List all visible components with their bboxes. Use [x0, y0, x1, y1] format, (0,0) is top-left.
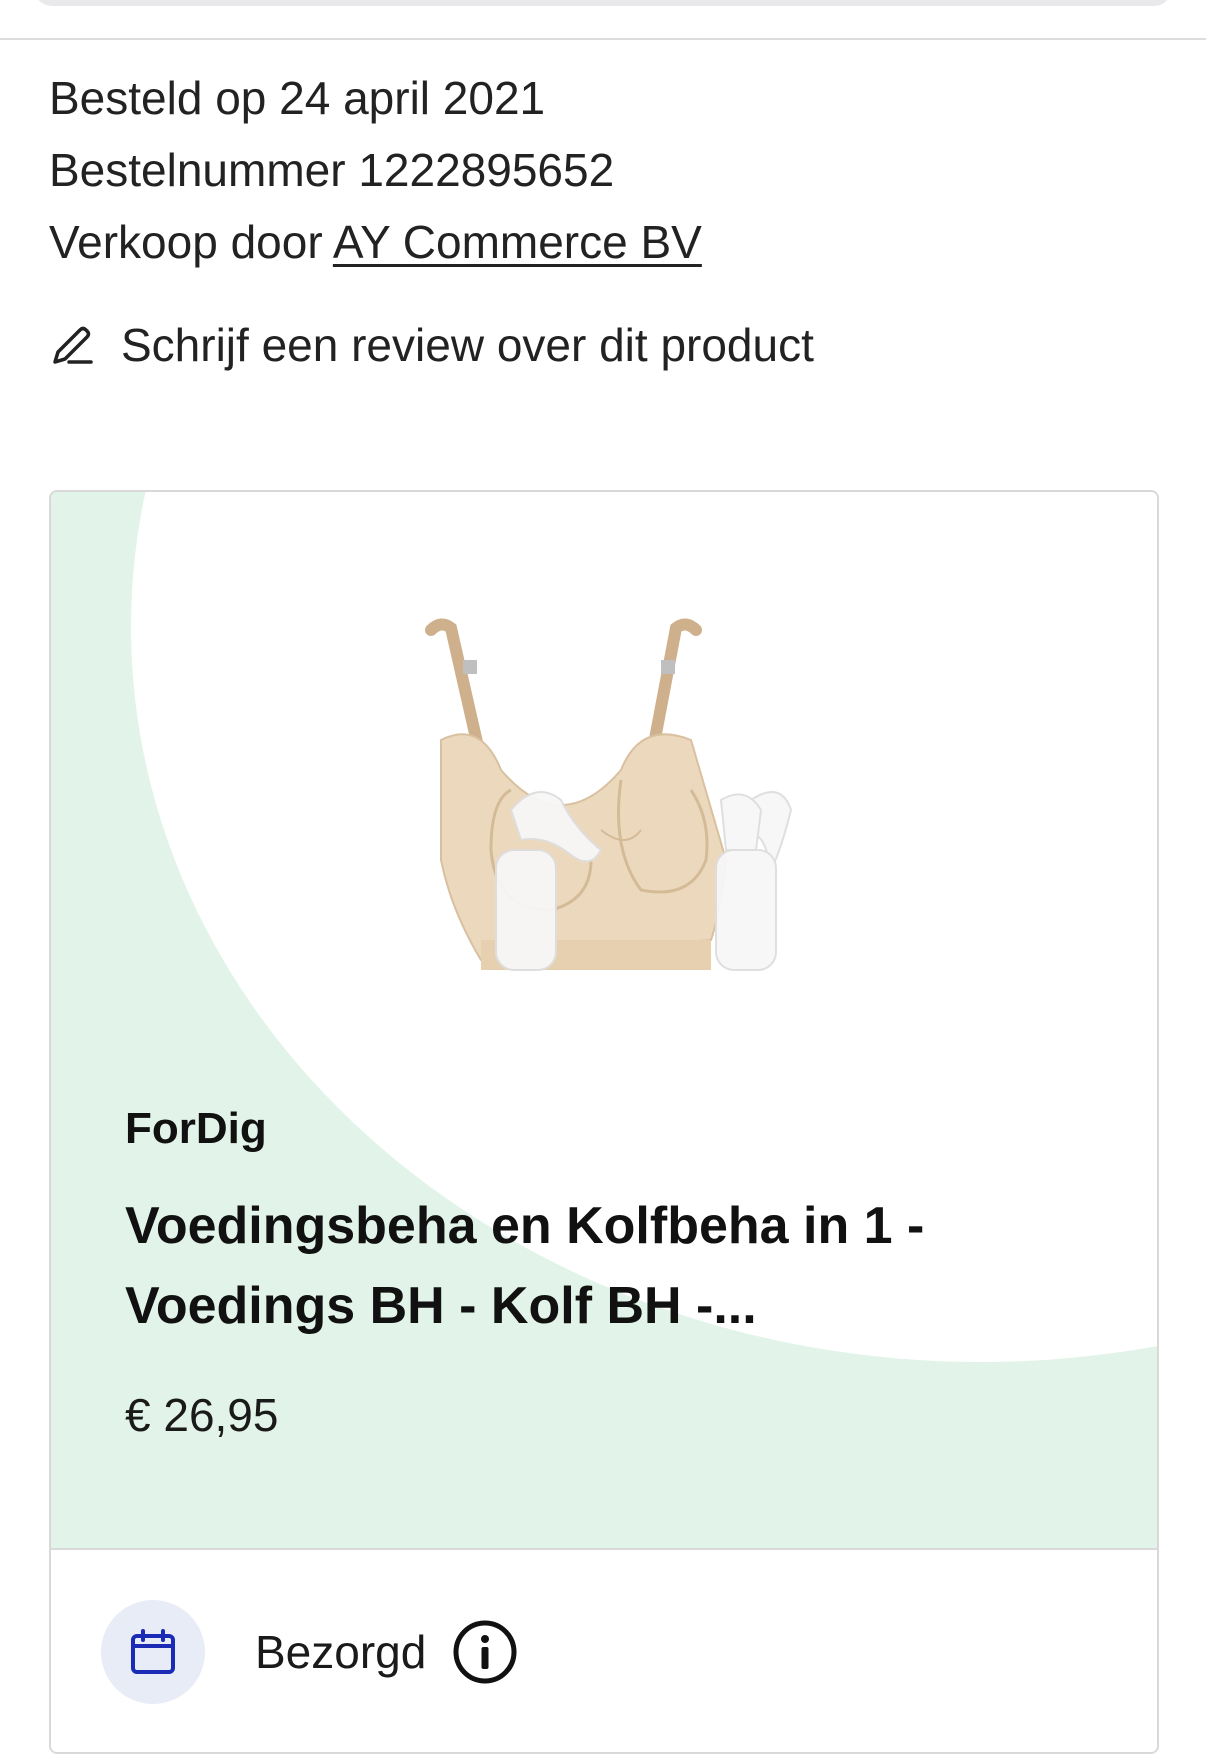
order-number: Bestelnummer 1222895652 [49, 144, 615, 196]
card-divider [51, 1548, 1157, 1550]
product-price: € 26,95 [125, 1389, 279, 1441]
pencil-icon [49, 322, 95, 368]
info-icon[interactable] [452, 1619, 518, 1685]
sold-by: Verkoop door AY Commerce BV [49, 206, 702, 278]
product-title-line2: Voedings BH - Kolf BH -... [125, 1277, 757, 1335]
top-bar [0, 0, 1206, 40]
calendar-icon [131, 1629, 175, 1674]
top-pill [34, 0, 1172, 6]
delivery-status-label: Bezorgd [255, 1626, 427, 1678]
delivery-status-row: Bezorgd [101, 1600, 518, 1704]
product-brand[interactable]: ForDig [125, 1104, 267, 1154]
product-image[interactable] [371, 610, 891, 1010]
seller-link[interactable]: AY Commerce BV [333, 216, 702, 268]
sold-by-prefix: Verkoop door [49, 216, 333, 268]
order-meta: Besteld op 24 april 2021 Bestelnummer 12… [49, 62, 702, 278]
calendar-icon-badge [101, 1600, 205, 1704]
product-title-line1: Voedingsbeha en Kolfbeha in 1 - [125, 1197, 925, 1255]
write-review-link[interactable]: Schrijf een review over dit product [49, 318, 814, 372]
write-review-label: Schrijf een review over dit product [121, 319, 814, 371]
product-card[interactable]: ForDig Voedingsbeha en Kolfbeha in 1 - V… [49, 490, 1159, 1754]
order-date: Besteld op 24 april 2021 [49, 72, 546, 124]
product-title[interactable]: Voedingsbeha en Kolfbeha in 1 - Voedings… [125, 1186, 1025, 1346]
